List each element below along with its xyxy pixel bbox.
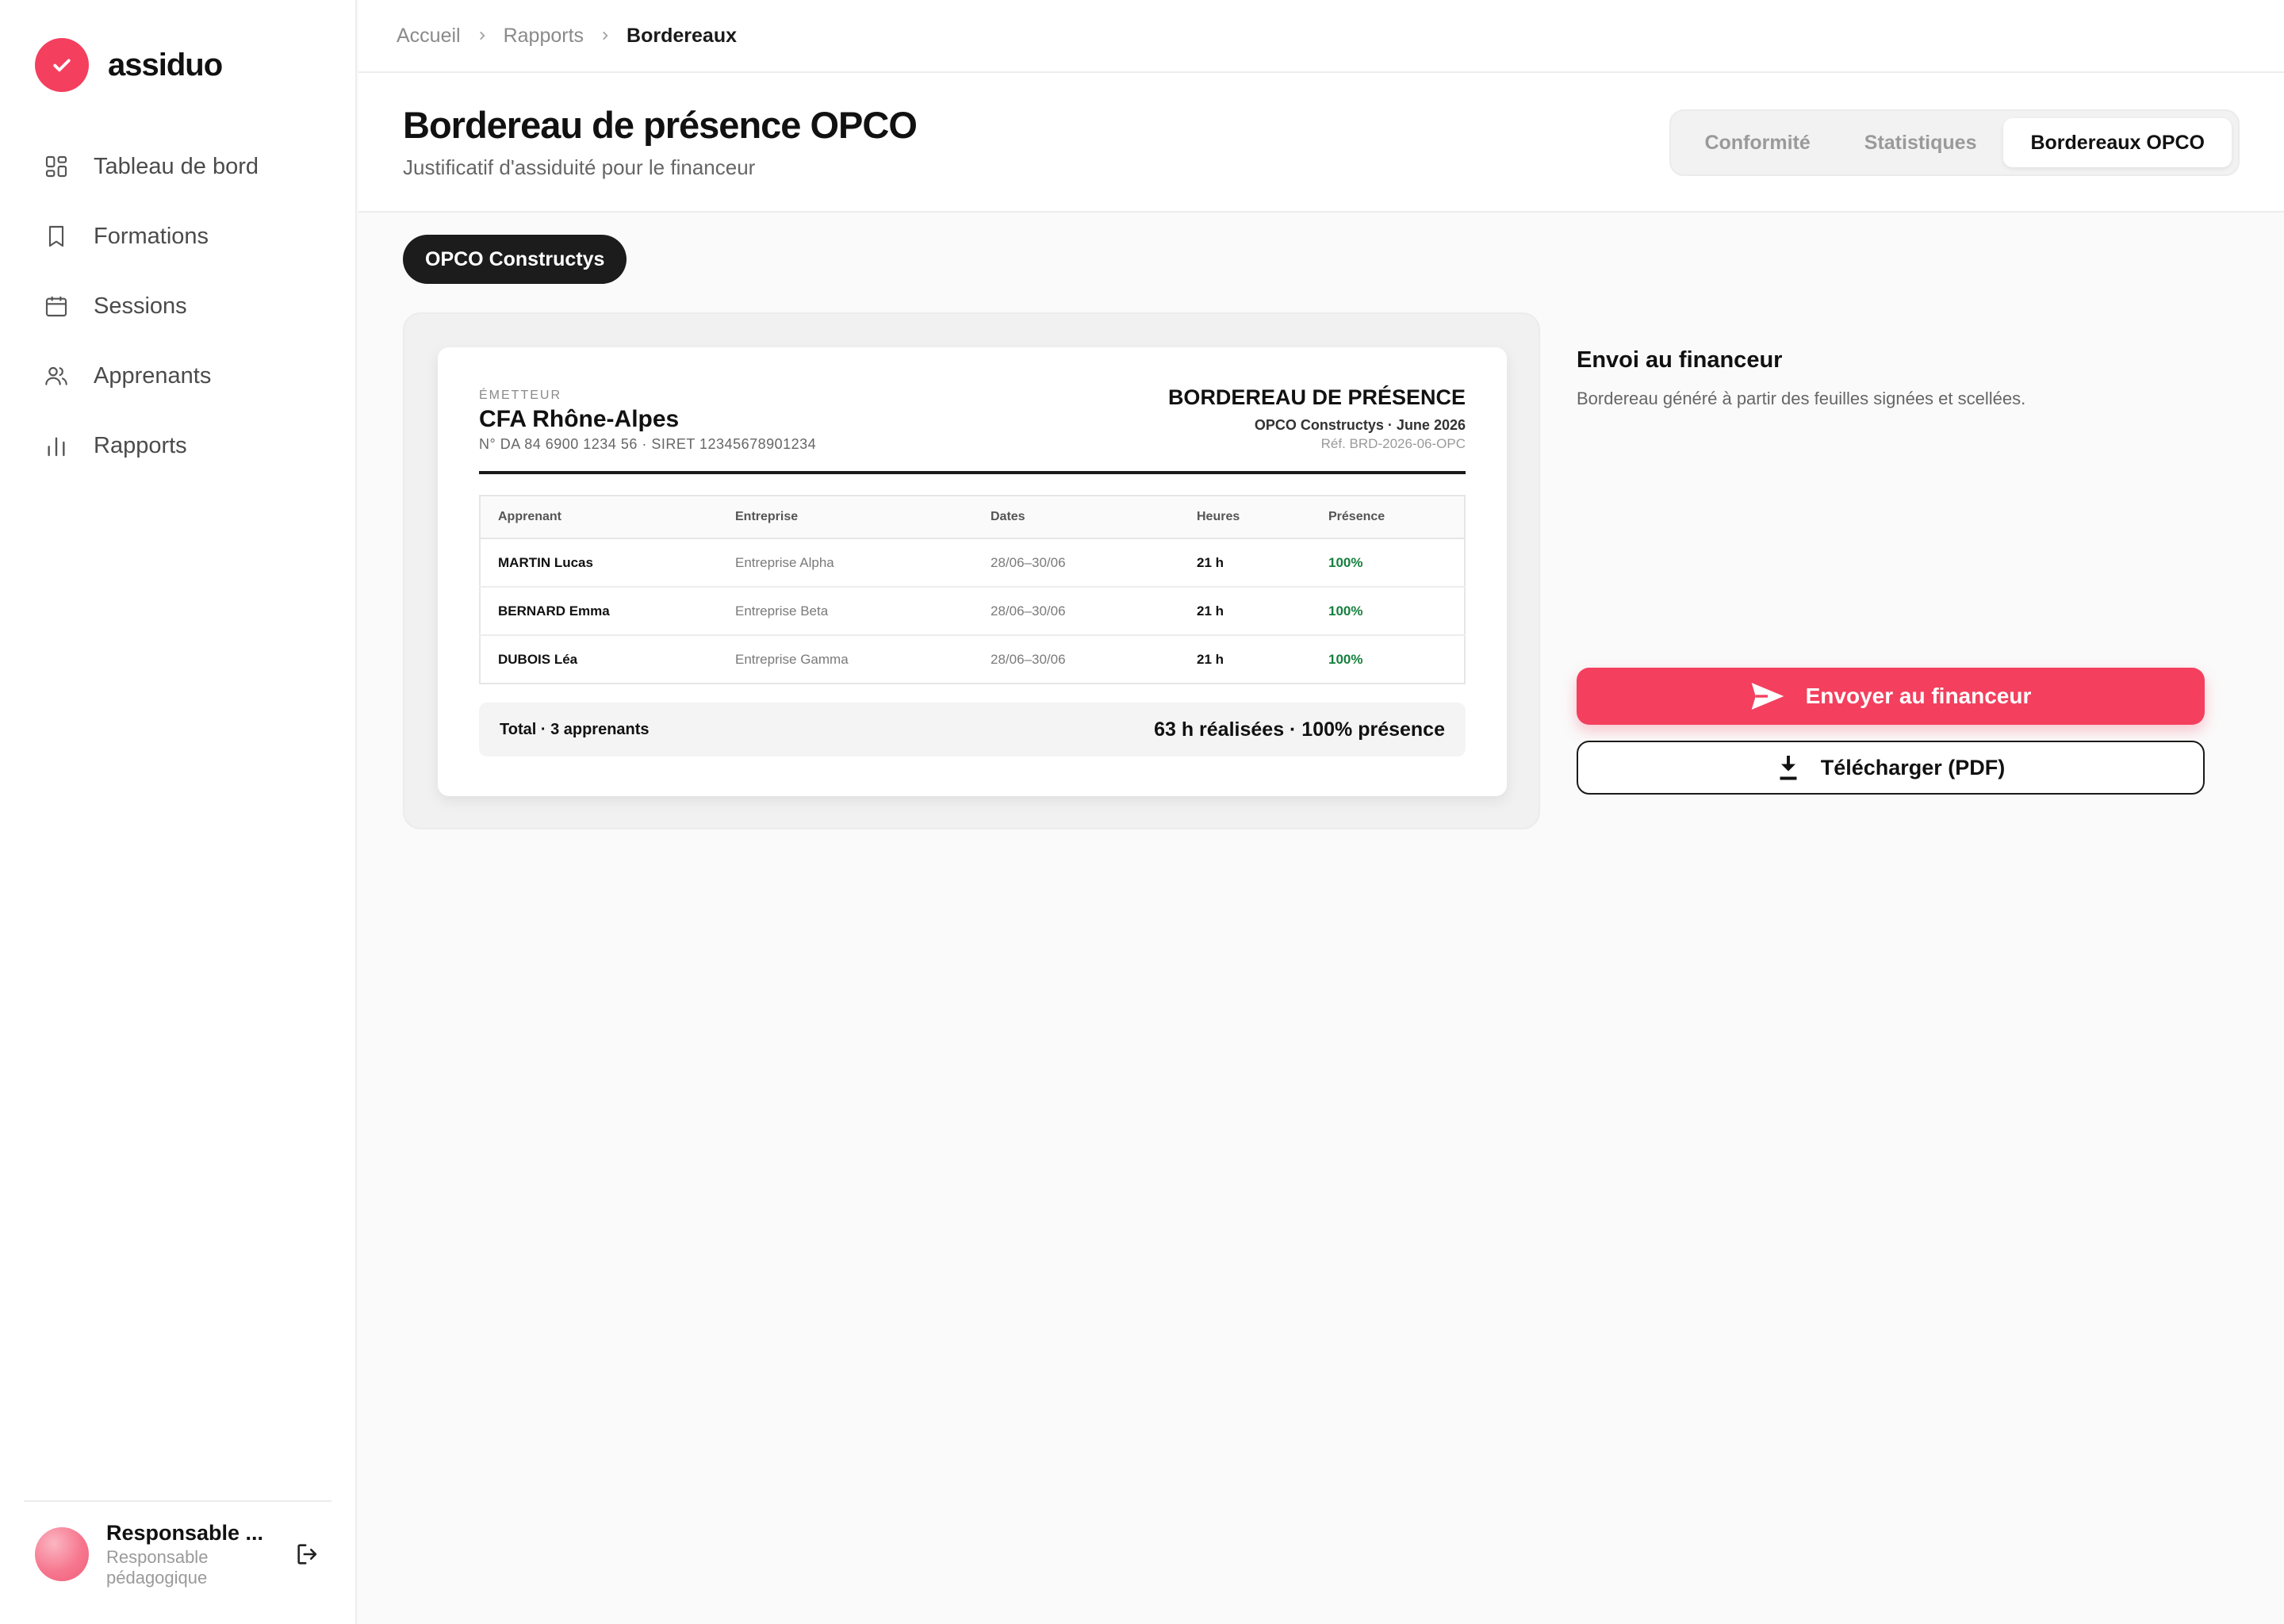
total-learners: Total · 3 apprenants (500, 720, 650, 738)
page-title: Bordereau de présence OPCO (403, 104, 918, 146)
sidebar-item-label: Sessions (94, 293, 187, 319)
cell-dates: 28/06–30/06 (973, 538, 1179, 588)
user-info: Responsable ... Responsable pédagogique (106, 1521, 270, 1588)
column-header: Entreprise (718, 496, 973, 539)
table-row: DUBOIS Léa Entreprise Gamma 28/06–30/06 … (480, 635, 1465, 684)
document-preview-panel: ÉMETTEUR CFA Rhône-Alpes N° DA 84 6900 1… (403, 312, 1540, 829)
send-to-funder-button[interactable]: Envoyer au financeur (1577, 668, 2205, 725)
sidebar-item-label: Apprenants (94, 362, 212, 389)
cell-apprenant: BERNARD Emma (480, 587, 718, 636)
chevron-right-icon (600, 30, 611, 41)
column-header: Heures (1179, 496, 1311, 539)
sidebar-item-tableau-de-bord[interactable]: Tableau de bord (0, 132, 357, 201)
user-name: Responsable ... (106, 1520, 264, 1545)
column-header: Apprenant (480, 496, 718, 539)
column-header: Présence (1311, 496, 1465, 539)
document-meta: OPCO Constructys · June 2026 (1254, 417, 1466, 433)
dashboard-icon (43, 153, 70, 180)
cell-dates: 28/06–30/06 (991, 651, 1066, 667)
issuer-name: CFA Rhône-Alpes (479, 406, 680, 432)
document-divider (479, 471, 1466, 474)
sidebar-item-label: Rapports (94, 432, 187, 458)
sidebar-divider (24, 1500, 331, 1502)
breadcrumb-rapports[interactable]: Rapports (504, 25, 584, 48)
cell-dates: 28/06–30/06 (973, 587, 1179, 636)
cell-presence: 100% (1328, 651, 1363, 667)
sidebar-item-label: Formations (94, 223, 209, 249)
bar-chart-icon (43, 432, 70, 459)
table-row: MARTIN Lucas Entreprise Alpha 28/06–30/0… (480, 538, 1465, 588)
download-pdf-button[interactable]: Télécharger (PDF) (1577, 741, 2205, 795)
send-section-description: Bordereau généré à partir des feuilles s… (1577, 389, 2026, 408)
send-icon (1750, 681, 1785, 711)
total-hours-presence: 63 h réalisées · 100% présence (1154, 718, 1445, 741)
download-icon (1776, 754, 1800, 781)
table-row: BERNARD Emma Entreprise Beta 28/06–30/06… (480, 587, 1465, 636)
cell-apprenant: MARTIN Lucas (480, 538, 718, 588)
cell-entreprise: Entreprise Gamma (735, 651, 849, 667)
bordereau-document: ÉMETTEUR CFA Rhône-Alpes N° DA 84 6900 1… (438, 347, 1507, 796)
attendance-table: Apprenant Entreprise Dates Heures Présen… (479, 495, 1466, 684)
calendar-icon (43, 293, 70, 320)
cell-heures: 21 h (1197, 651, 1224, 667)
sidebar-item-apprenants[interactable]: Apprenants (0, 341, 357, 411)
document-total: Total · 3 apprenants 63 h réalisées · 10… (479, 703, 1466, 756)
bookmark-icon (43, 223, 70, 250)
brand-name: assiduo (108, 47, 223, 82)
chevron-right-icon (477, 30, 488, 41)
issuer-label: ÉMETTEUR (479, 389, 561, 402)
cell-apprenant: DUBOIS Léa (498, 651, 578, 667)
users-icon (43, 362, 70, 389)
breadcrumb-accueil[interactable]: Accueil (397, 25, 461, 48)
user-role: Responsable pédagogique (106, 1546, 209, 1588)
brand[interactable]: assiduo (35, 38, 223, 92)
cell-entreprise: Entreprise Beta (718, 587, 973, 636)
breadcrumb-current: Bordereaux (627, 24, 737, 47)
sidebar-nav: Tableau de bord Formations Sessions Appr… (0, 132, 357, 481)
opco-filter-chip[interactable]: OPCO Constructys (403, 235, 627, 284)
sidebar-item-formations[interactable]: Formations (0, 201, 357, 271)
user-profile: Responsable ... Responsable pédagogique (35, 1521, 336, 1588)
send-section-title: Envoi au financeur (1577, 347, 1783, 373)
breadcrumb: Accueil Rapports Bordereaux (358, 0, 2284, 73)
download-button-label: Télécharger (PDF) (1820, 755, 2006, 779)
cell-presence: 100% (1311, 538, 1465, 588)
cell-heures: 21 h (1179, 538, 1311, 588)
page-subtitle: Justificatif d'assiduité pour le finance… (403, 155, 756, 179)
sidebar-item-sessions[interactable]: Sessions (0, 271, 357, 341)
tab-statistiques[interactable]: Statistiques (1838, 118, 2004, 167)
issuer-ids: N° DA 84 6900 1234 56 · SIRET 1234567890… (479, 436, 817, 452)
tab-group: Conformité Statistiques Bordereaux OPCO (1669, 109, 2240, 176)
column-header: Dates (973, 496, 1179, 539)
document-ref: Réf. BRD-2026-06-OPC (1320, 436, 1466, 451)
tab-conformite[interactable]: Conformité (1677, 118, 1837, 167)
send-button-label: Envoyer au financeur (1805, 684, 2032, 708)
document-title: BORDEREAU DE PRÉSENCE (1167, 385, 1466, 409)
cell-presence: 100% (1311, 587, 1465, 636)
page-header: Bordereau de présence OPCO Justificatif … (358, 73, 2284, 213)
sidebar-item-label: Tableau de bord (94, 153, 259, 179)
avatar[interactable] (35, 1527, 89, 1581)
sidebar: assiduo Tableau de bord Formations Sessi… (0, 0, 357, 1624)
logout-icon[interactable] (292, 1538, 324, 1570)
check-logo-icon (35, 38, 89, 92)
cell-heures: 21 h (1179, 587, 1311, 636)
tab-bordereaux-opco[interactable]: Bordereaux OPCO (2003, 118, 2232, 167)
cell-entreprise: Entreprise Alpha (718, 538, 973, 588)
sidebar-item-rapports[interactable]: Rapports (0, 411, 357, 481)
table-header-row: Apprenant Entreprise Dates Heures Présen… (480, 496, 1465, 539)
